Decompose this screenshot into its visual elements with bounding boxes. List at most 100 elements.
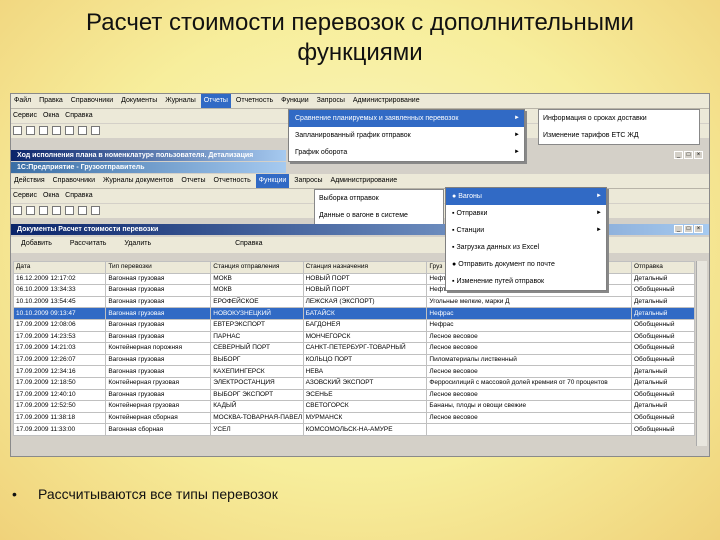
add-button[interactable]: Добавить [11, 237, 54, 251]
minimize-icon[interactable]: _ [674, 151, 683, 159]
paste-icon[interactable] [78, 206, 87, 215]
minimize-icon[interactable]: _ [674, 225, 683, 233]
table-cell: ЕРОФЕЙСКОЕ [210, 295, 304, 309]
reports-dropdown: Сравнение планируемых и заявленных перев… [288, 109, 525, 162]
menu-option-change-routes[interactable]: ▪ Изменение путей отправок [446, 273, 606, 290]
menu-item-spravochniki[interactable]: Справочники [68, 94, 116, 108]
save-icon[interactable] [39, 206, 48, 215]
col-type[interactable]: Тип перевозки [105, 261, 212, 274]
menu-option-excel-import[interactable]: ▪ Загрузка данных из Excel [446, 239, 606, 256]
table-cell: Ферросилиций с массовой долей кремния от… [426, 376, 632, 390]
table-cell: МОНЧЕГОРСК [302, 330, 428, 344]
menu-option-compare-planned[interactable]: Сравнение планируемых и заявленных перев… [289, 110, 524, 127]
menu-item-reports[interactable]: Отчеты [200, 94, 231, 108]
copy-icon[interactable] [65, 126, 74, 135]
menu2-item-journals[interactable]: Журналы документов [100, 174, 176, 188]
table-cell: Обобщенный [631, 353, 695, 367]
table-row[interactable]: 17.09.2009 12:52:50 Контейнерная грузовая… [12, 400, 695, 413]
maximize-icon[interactable]: □ [684, 225, 693, 233]
print-icon[interactable] [91, 206, 100, 215]
menu-item-service[interactable]: Сервис [11, 109, 39, 123]
submenu-item-wagon-data[interactable]: Данные о вагоне в системе [315, 207, 443, 224]
delete-button[interactable]: Удалить [110, 237, 153, 251]
menu2-item-spravochniki[interactable]: Справочники [50, 174, 98, 188]
table-cell [426, 423, 632, 436]
submenu-item-selection[interactable]: Выборка отправок [315, 190, 443, 207]
doc-window-controls: _ □ × [673, 225, 703, 233]
menu2-item-reports[interactable]: Отчеты [178, 174, 208, 188]
menu-item-edit[interactable]: Правка [36, 94, 66, 108]
menu2-item-actions[interactable]: Действия [11, 174, 48, 188]
paste-icon[interactable] [78, 126, 87, 135]
menu-item-file[interactable]: Файл [11, 94, 34, 108]
table-row[interactable]: 17.09.2009 12:08:06 Вагонная грузовая ЕВТЕ… [12, 318, 695, 332]
close-icon[interactable]: × [694, 225, 703, 233]
menu2-item-queries[interactable]: Запросы [291, 174, 325, 188]
cut-icon[interactable] [52, 206, 61, 215]
side-item-tariff-change[interactable]: Изменение тарифов ЕТС ЖД [539, 127, 699, 144]
table-scrollbar[interactable] [696, 261, 707, 446]
menu2-item-service[interactable]: Сервис [11, 189, 39, 203]
table-cell: САНКТ-ПЕТЕРБУРГ-ТОВАРНЫЙ [302, 342, 428, 355]
platform-title: 1С:Предприятие - Грузоотправитель [17, 164, 145, 171]
table-row[interactable]: 17.09.2009 12:40:10 Вагонная грузовая ВЫБО… [12, 388, 695, 402]
table-row[interactable]: 17.09.2009 12:26:07 Вагонная грузовая ВЫБО… [12, 353, 695, 367]
menu-item-admin[interactable]: Администрирование [350, 94, 423, 108]
menu-option-stations[interactable]: ▪ Станции ► [446, 222, 606, 239]
menu-item-documents[interactable]: Документы [118, 94, 160, 108]
col-date[interactable]: Дата [12, 261, 107, 274]
close-icon[interactable]: × [694, 151, 703, 159]
col-from[interactable]: Станция отправления [210, 261, 304, 274]
table-cell: Обобщенный [631, 284, 695, 297]
menu-item-help[interactable]: Справка [63, 109, 94, 123]
table-row[interactable]: 17.09.2009 14:23:53 Вагонная грузовая ПАРН… [12, 330, 695, 344]
table-row[interactable]: 17.09.2009 11:33:00 Вагонная сборная УСЕЛ К… [12, 423, 695, 436]
table-cell: Лесное весовое [426, 342, 632, 355]
menu-item-functions[interactable]: Функции [278, 94, 312, 108]
menu2-item-otchetnost[interactable]: Отчетность [210, 174, 253, 188]
menu-option-turnover-chart[interactable]: График оборота ► [289, 144, 524, 161]
new-icon[interactable] [13, 126, 22, 135]
menu-option-shipments[interactable]: ▪ Отправки ► [446, 205, 606, 222]
menu-option-planned-schedule[interactable]: Запланированный график отправок ► [289, 127, 524, 144]
cut-icon[interactable] [52, 126, 61, 135]
calculate-button[interactable]: Рассчитать [56, 237, 109, 251]
copy-icon[interactable] [65, 206, 74, 215]
maximize-icon[interactable]: □ [684, 151, 693, 159]
menu-option-send-mail[interactable]: ● Отправить документ по почте [446, 256, 606, 273]
table-row[interactable]: 17.09.2009 14:21:03 Контейнерная порожняя… [12, 342, 695, 355]
menu2-item-help[interactable]: Справка [63, 189, 94, 203]
table-row[interactable]: 17.09.2009 12:18:50 Контейнерная грузовая… [12, 376, 695, 390]
table-cell: 17.09.2009 12:08:06 [12, 318, 107, 332]
table-cell: Обобщенный [631, 388, 695, 402]
open-icon[interactable] [26, 206, 35, 215]
table-row[interactable]: 17.09.2009 12:34:16 Вагонная грузовая КАХЕ… [12, 365, 695, 378]
print-icon[interactable] [91, 126, 100, 135]
help-button[interactable]: Справка [155, 237, 264, 251]
plan-window-title: Ход исполнения плана в номенклатуре поль… [17, 152, 254, 159]
table-cell: Нефрас [426, 307, 632, 320]
table-cell: Вагонная грузовая [105, 318, 212, 332]
open-icon[interactable] [26, 126, 35, 135]
table-row[interactable]: 10.10.2009 13:54:45 Вагонная грузовая ЕРОФ… [12, 295, 695, 309]
menu-item-otchetnost[interactable]: Отчетность [233, 94, 276, 108]
menu-item-queries[interactable]: Запросы [314, 94, 348, 108]
table-cell: Лесное весовое [426, 365, 632, 378]
menu-item-windows[interactable]: Окна [41, 109, 61, 123]
col-to[interactable]: Станция назначения [302, 261, 428, 274]
table-cell: 10.10.2009 09:13:47 [12, 307, 107, 320]
table-cell: Обобщенный [631, 330, 695, 344]
menu2-item-admin[interactable]: Администрирование [327, 174, 400, 188]
menu2-item-windows[interactable]: Окна [41, 189, 61, 203]
save-icon[interactable] [39, 126, 48, 135]
menu-item-journals[interactable]: Журналы [162, 94, 199, 108]
table-row[interactable]: 17.09.2009 11:38:18 Контейнерная сборная М… [12, 411, 695, 425]
new-icon[interactable] [13, 206, 22, 215]
col-shipment[interactable]: Отправка [631, 261, 695, 274]
table-cell: НОВОКУЗНЕЦКИЙ [210, 307, 304, 320]
menu-option-wagons[interactable]: ● Вагоны ► [446, 188, 606, 205]
menu2-item-functions[interactable]: Функции [255, 174, 290, 188]
table-row[interactable]: 10.10.2009 09:13:47 Вагонная грузовая НОВО… [12, 307, 695, 320]
bullet-text: Рассчитываются все типы перевозок [38, 486, 278, 502]
side-item-delivery-info[interactable]: Информация о сроках доставки [539, 110, 699, 127]
